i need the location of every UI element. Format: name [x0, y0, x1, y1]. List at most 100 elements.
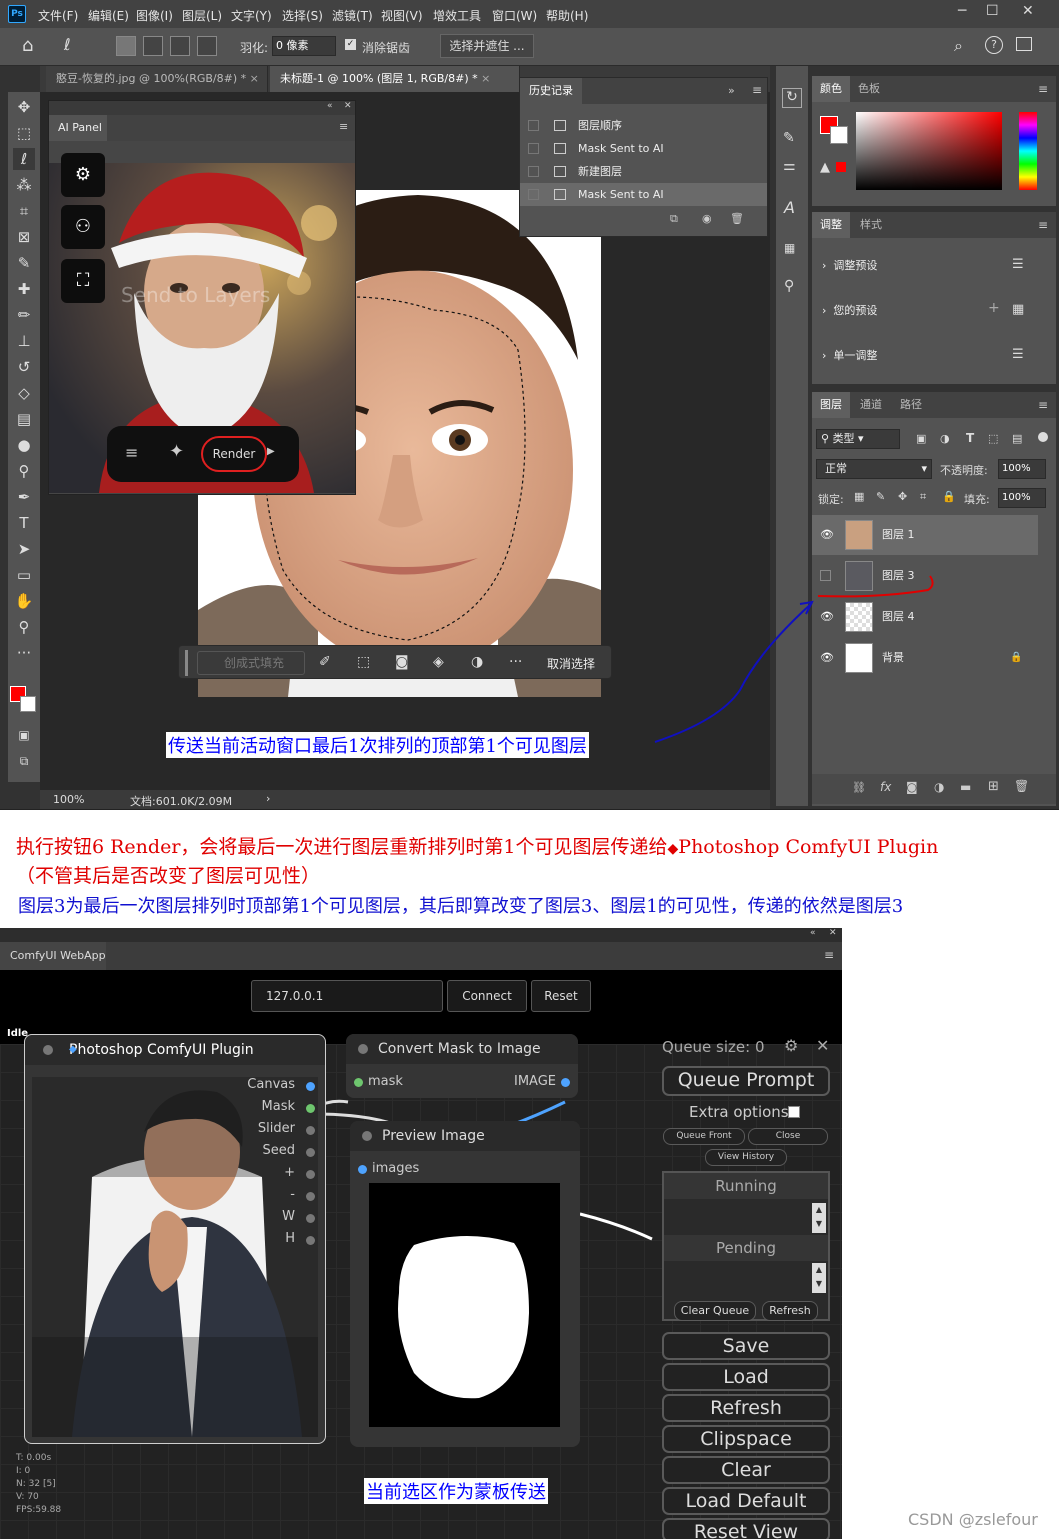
eye-icon[interactable]: 👁 [820, 597, 834, 637]
menu-edit[interactable]: 编辑(E) [88, 7, 129, 24]
stamp-tool-icon[interactable]: ⊥ [13, 330, 35, 352]
type-tool-icon[interactable]: T [13, 512, 35, 534]
link-icon[interactable]: ⛓ [852, 781, 866, 794]
minimize-icon[interactable]: ─ [958, 3, 966, 19]
render-button[interactable]: Render [201, 436, 267, 472]
home-icon[interactable]: ⌂ [22, 35, 33, 56]
feather-input[interactable]: 0 像素 [272, 36, 336, 56]
quick-mask-icon[interactable]: ▣ [13, 724, 35, 746]
tab-channels[interactable]: 通道 [852, 392, 890, 418]
snapshot-checkbox[interactable] [528, 189, 539, 200]
tab-paths[interactable]: 路径 [892, 392, 930, 418]
background-swatch[interactable] [830, 126, 848, 144]
history-item[interactable]: 图层顺序 [520, 114, 767, 137]
menu-window[interactable]: 窗口(W) [492, 7, 537, 24]
sparkle-icon[interactable]: ✦ [169, 441, 184, 462]
zoom-tool-icon[interactable]: ⚲ [13, 616, 35, 638]
eyedropper-icon[interactable]: ✎ [13, 252, 35, 274]
layer-name[interactable]: 图层 1 [882, 515, 915, 555]
zoom-level[interactable]: 100% [53, 793, 84, 806]
tab-ai-panel[interactable]: AI Panel [49, 115, 107, 141]
layer-name[interactable]: 背景 [882, 638, 904, 678]
fx-icon[interactable]: fx [880, 780, 891, 794]
tab-layers[interactable]: 图层 [812, 392, 850, 418]
gamut-swatch[interactable] [836, 162, 846, 172]
healing-brush-icon[interactable]: ✚ [13, 278, 35, 300]
play-icon[interactable]: ▶ [267, 446, 275, 457]
tab-history[interactable]: 历史记录 [520, 78, 582, 104]
filter-pixel-icon[interactable]: ▣ [916, 432, 926, 445]
glyphs-icon[interactable]: ▦ [784, 241, 795, 255]
panel-menu-icon[interactable]: ≡ [1038, 82, 1048, 96]
connect-button[interactable]: Connect [447, 980, 527, 1012]
menu-help[interactable]: 帮助(H) [546, 7, 588, 24]
queue-prompt-button[interactable]: Queue Prompt [662, 1066, 830, 1096]
layer-row-background[interactable]: 👁 背景 🔒 [812, 638, 1038, 678]
reset-view-button[interactable]: Reset View [662, 1518, 830, 1539]
menu-type[interactable]: 文字(Y) [231, 7, 272, 24]
brush-tool-icon[interactable]: ✏ [13, 304, 35, 326]
refresh-queue-button[interactable]: Refresh [762, 1301, 818, 1321]
nodes-icon[interactable]: ⚇ [61, 205, 105, 249]
list-icon[interactable]: ☰ [1012, 347, 1024, 362]
lock-artboard-icon[interactable]: ⌗ [920, 490, 926, 504]
blur-tool-icon[interactable]: ● [13, 434, 35, 456]
close-icon[interactable]: × [481, 72, 490, 85]
history-item-active[interactable]: Mask Sent to AI [520, 183, 767, 206]
deselect-button[interactable]: 取消选择 [547, 655, 595, 672]
chevron-right-icon[interactable]: › [266, 792, 270, 805]
fill-icon[interactable]: ◈ [433, 654, 444, 670]
reset-button[interactable]: Reset [531, 980, 591, 1012]
menu-plugins[interactable]: 增效工具 [433, 7, 481, 24]
close-icon[interactable]: ✕ [1022, 3, 1034, 19]
blend-mode-select[interactable]: 正常 ▾ [816, 459, 932, 479]
layer-name[interactable]: 图层 4 [882, 597, 915, 637]
output-w-dot[interactable] [306, 1214, 315, 1223]
expand-icon[interactable]: » [728, 84, 735, 97]
screen-mode-icon[interactable]: ⧉ [13, 750, 35, 772]
opacity-input[interactable]: 100% [998, 459, 1046, 479]
adjust-icon[interactable]: ◑ [471, 654, 483, 670]
filter-toggle[interactable] [1038, 432, 1048, 442]
gradient-tool-icon[interactable]: ▤ [13, 408, 35, 430]
lasso-icon[interactable]: ℓ [64, 35, 71, 54]
antialias-checkbox[interactable]: ✓ [345, 39, 356, 50]
crop-tool-icon[interactable]: ⌗ [13, 200, 35, 222]
input-images-dot[interactable] [358, 1165, 367, 1174]
adjust-presets-row[interactable]: › 调整预设 [822, 257, 877, 273]
running-scrollbar[interactable]: ▲ ▼ [812, 1203, 826, 1233]
pen-tool-icon[interactable]: ✒ [13, 486, 35, 508]
hand-tool-icon[interactable]: ✋ [13, 590, 35, 612]
trash-icon[interactable]: 🗑 [1014, 779, 1029, 793]
clear-queue-button[interactable]: Clear Queue [674, 1301, 756, 1321]
tab-swatches[interactable]: 色板 [850, 76, 888, 102]
lock-all-icon[interactable]: 🔒 [942, 490, 956, 503]
menu-filter[interactable]: 滤镜(T) [332, 7, 373, 24]
fill-input[interactable]: 100% [998, 488, 1046, 508]
snapshot-checkbox[interactable] [528, 143, 539, 154]
settings-icon[interactable]: ⚙ [784, 1036, 798, 1055]
single-adjust-row[interactable]: › 单一调整 [822, 347, 877, 363]
tab-mrbean-doc[interactable]: 憨豆-恢复的.jpg @ 100%(RGB/8#) * × [46, 66, 268, 92]
node-graph-canvas[interactable]: Photoshop ComfyUI Plugin ◆ Canvas Mask S… [0, 1034, 842, 1539]
select-and-mask-button[interactable]: 选择并遮住 ... [440, 34, 534, 58]
add-icon[interactable]: + [988, 300, 1000, 316]
lasso-tool-icon[interactable]: ℓ [13, 148, 35, 170]
output-image-dot[interactable] [561, 1078, 570, 1087]
menu-layer[interactable]: 图层(L) [182, 7, 222, 24]
hue-slider[interactable] [1019, 112, 1037, 190]
lock-position-icon[interactable]: ✥ [898, 490, 907, 503]
server-address-input[interactable]: 127.0.0.1 [251, 980, 443, 1012]
menu-icon[interactable]: ≡ [125, 443, 138, 462]
help-icon[interactable]: ? [985, 36, 1003, 54]
visibility-toggle-off[interactable] [820, 570, 831, 581]
collapse-dot[interactable] [358, 1044, 368, 1054]
filter-shape-icon[interactable]: ⬚ [988, 432, 998, 445]
new-selection-icon[interactable] [116, 36, 136, 56]
history-brush-icon[interactable]: ↺ [13, 356, 35, 378]
panel-menu-icon[interactable]: ≡ [752, 83, 762, 97]
trash-icon[interactable]: 🗑 [730, 212, 744, 225]
clear-button[interactable]: Clear [662, 1456, 830, 1484]
history-icon[interactable]: ↻ [782, 88, 802, 108]
quick-select-icon[interactable]: ⁂ [13, 174, 35, 196]
